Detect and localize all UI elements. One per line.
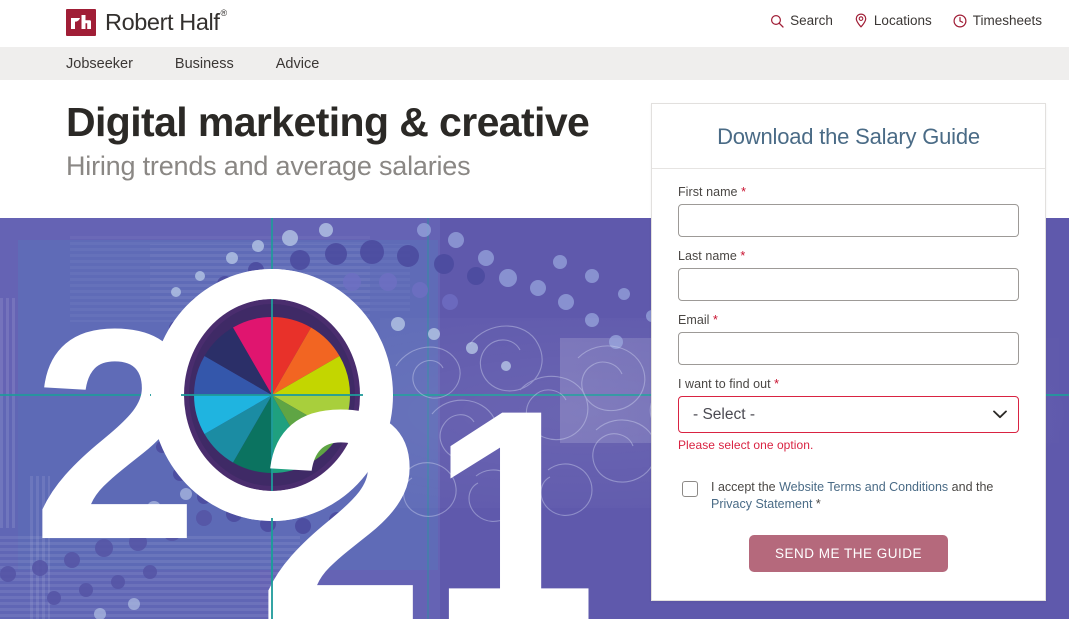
utility-item-label: Timesheets <box>973 13 1042 28</box>
find-out-label: I want to find out * <box>678 377 1019 391</box>
utility-nav: Search Locations <box>770 13 1042 28</box>
field-first-name: First name * <box>678 185 1019 237</box>
svg-text:2: 2 <box>258 347 417 619</box>
last-name-label: Last name * <box>678 249 1019 263</box>
utility-item-label: Locations <box>874 13 932 28</box>
registered-mark: ® <box>220 8 226 18</box>
field-last-name: Last name * <box>678 249 1019 301</box>
terms-link[interactable]: Website Terms and Conditions <box>779 480 948 494</box>
last-name-input[interactable] <box>678 268 1019 301</box>
field-find-out: I want to find out * - Select - Please s… <box>678 377 1019 452</box>
utility-item-locations[interactable]: Locations <box>854 13 932 28</box>
nav-item-advice[interactable]: Advice <box>276 56 320 72</box>
consent-middle: and the <box>948 480 993 494</box>
terms-checkbox[interactable] <box>682 481 698 497</box>
required-asterisk: * <box>740 249 745 263</box>
first-name-label: First name * <box>678 185 1019 199</box>
first-name-label-text: First name <box>678 185 738 199</box>
privacy-link[interactable]: Privacy Statement <box>711 497 812 511</box>
utility-item-label: Search <box>790 13 833 28</box>
utility-item-search[interactable]: Search <box>770 13 833 28</box>
nav-item-jobseeker[interactable]: Jobseeker <box>66 56 133 72</box>
logo-name: Robert Half <box>105 9 219 35</box>
submit-row: SEND ME THE GUIDE <box>678 535 1019 572</box>
main-nav: Jobseeker Business Advice <box>0 47 1069 80</box>
find-out-error-message: Please select one option. <box>678 438 1019 452</box>
map-pin-icon <box>854 13 868 28</box>
find-out-select[interactable]: - Select - <box>678 396 1019 433</box>
last-name-label-text: Last name <box>678 249 737 263</box>
consent-text: I accept the Website Terms and Condition… <box>711 479 1019 514</box>
form-title: Download the Salary Guide <box>652 104 1045 169</box>
find-out-label-text: I want to find out <box>678 377 771 391</box>
page-root: Robert Half® Search <box>0 0 1069 619</box>
find-out-select-wrap: - Select - <box>678 396 1019 433</box>
site-logo[interactable]: Robert Half® <box>66 9 226 36</box>
send-me-the-guide-button[interactable]: SEND ME THE GUIDE <box>749 535 948 572</box>
field-email: Email * <box>678 313 1019 365</box>
first-name-input[interactable] <box>678 204 1019 237</box>
search-icon <box>770 14 784 28</box>
email-label-text: Email <box>678 313 710 327</box>
top-utility-bar: Robert Half® Search <box>0 0 1069 47</box>
salary-guide-form-card: Download the Salary Guide First name * L… <box>651 103 1046 601</box>
logo-wordmark: Robert Half® <box>105 11 226 35</box>
utility-item-timesheets[interactable]: Timesheets <box>953 13 1042 28</box>
nav-item-business[interactable]: Business <box>175 56 234 72</box>
rh-logo-mark-icon <box>66 9 96 36</box>
svg-text:1: 1 <box>430 347 597 619</box>
required-asterisk: * <box>713 313 718 327</box>
required-asterisk: * <box>774 377 779 391</box>
clock-icon <box>953 14 967 28</box>
required-asterisk: * <box>741 185 746 199</box>
email-input[interactable] <box>678 332 1019 365</box>
form-body: First name * Last name * Email * I want … <box>652 169 1045 572</box>
consent-suffix: * <box>812 497 820 511</box>
email-label: Email * <box>678 313 1019 327</box>
consent-row: I accept the Website Terms and Condition… <box>678 479 1019 514</box>
consent-prefix: I accept the <box>711 480 779 494</box>
